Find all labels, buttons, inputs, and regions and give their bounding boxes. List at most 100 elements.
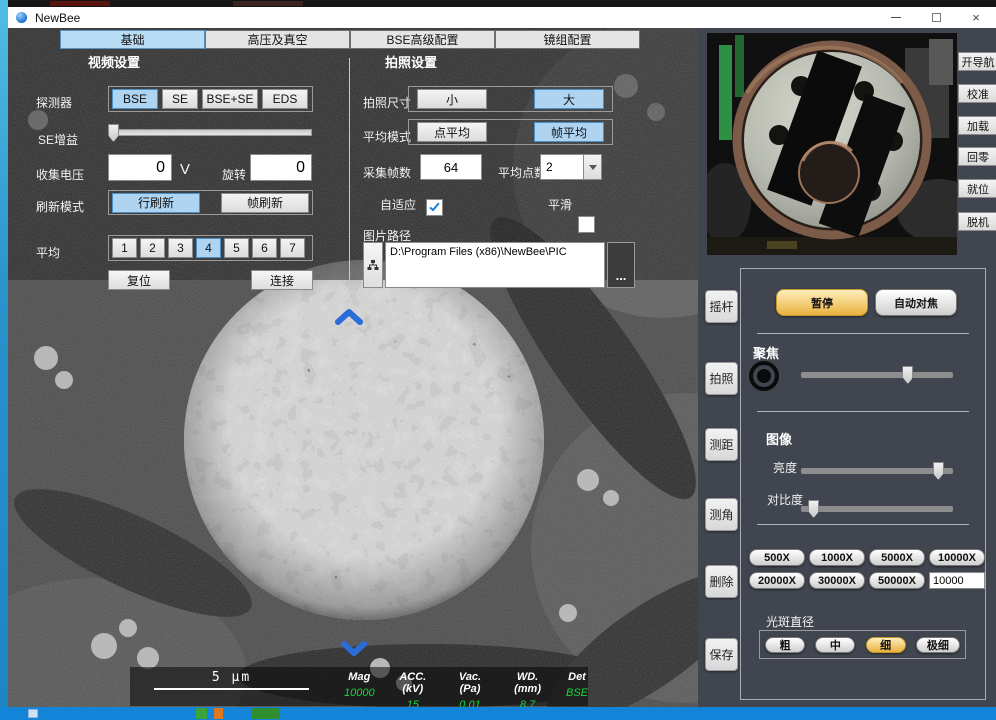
joystick-button[interactable]: 摇杆 xyxy=(705,290,738,323)
focus-slider-thumb[interactable] xyxy=(902,366,913,384)
mag-500x-button[interactable]: 500X xyxy=(749,549,805,566)
brightness-slider[interactable] xyxy=(801,468,953,474)
contrast-label: 对比度 xyxy=(767,491,803,508)
pause-button[interactable]: 暂停 xyxy=(776,289,868,316)
capture-button[interactable]: 拍照 xyxy=(705,362,738,395)
pan-down-arrow[interactable] xyxy=(340,640,368,657)
nav-load-button[interactable]: 加载 xyxy=(958,116,996,135)
smooth-checkbox[interactable] xyxy=(578,216,595,233)
taskbar-orange-icon[interactable] xyxy=(214,708,223,719)
points-combo-button[interactable] xyxy=(583,154,602,180)
average-1-button[interactable]: 1 xyxy=(112,238,137,258)
points-combo-value[interactable]: 2 xyxy=(540,154,583,180)
detector-se-button[interactable]: SE xyxy=(162,89,198,109)
mag-column: Mag10000 xyxy=(344,671,375,711)
contrast-slider-thumb[interactable] xyxy=(808,500,819,518)
collect-voltage-input[interactable] xyxy=(108,154,172,181)
se-gain-slider[interactable] xyxy=(110,129,312,136)
path-textbox[interactable]: D:\Program Files (x86)\NewBee\PIC xyxy=(385,242,605,288)
average-6-button[interactable]: 6 xyxy=(252,238,277,258)
points-combo[interactable]: 2 xyxy=(540,154,602,180)
spot-size-label: 光斑直径 xyxy=(766,613,814,630)
mag-10000x-button[interactable]: 10000X xyxy=(929,549,985,566)
detector-bse-button[interactable]: BSE xyxy=(112,89,158,109)
average-7-button[interactable]: 7 xyxy=(280,238,305,258)
point-average-button[interactable]: 点平均 xyxy=(417,122,487,142)
desktop-edge xyxy=(0,0,8,720)
size-small-button[interactable]: 小 xyxy=(417,89,487,109)
detector-bse-se-button[interactable]: BSE+SE xyxy=(202,89,258,109)
spot-fine-button[interactable]: 细 xyxy=(866,637,906,653)
average-2-button[interactable]: 2 xyxy=(140,238,165,258)
photo-settings-title: 拍照设置 xyxy=(385,52,437,71)
collect-voltage-unit: V xyxy=(180,161,190,178)
focus-knob-icon[interactable] xyxy=(749,361,779,391)
nav-calibrate-button[interactable]: 校准 xyxy=(958,84,996,103)
spot-extra-fine-button[interactable]: 极细 xyxy=(916,637,960,653)
adaptive-checkbox[interactable] xyxy=(426,199,443,216)
rotate-input[interactable] xyxy=(250,154,312,181)
refresh-frame-button[interactable]: 帧刷新 xyxy=(221,193,309,213)
tab-lens-config[interactable]: 镜组配置 xyxy=(495,30,640,49)
refresh-line-button[interactable]: 行刷新 xyxy=(112,193,200,213)
taskbar-window-icon[interactable] xyxy=(28,709,38,718)
detector-label: 探测器 xyxy=(36,94,72,111)
mag-50000x-button[interactable]: 50000X xyxy=(869,572,925,589)
detector-eds-button[interactable]: EDS xyxy=(262,89,308,109)
taskbar[interactable] xyxy=(0,707,996,720)
path-pin-button[interactable] xyxy=(363,242,383,288)
focus-slider[interactable] xyxy=(801,372,953,378)
brightness-slider-thumb[interactable] xyxy=(933,462,944,480)
mag-5000x-button[interactable]: 5000X xyxy=(869,549,925,566)
app-icon xyxy=(16,12,27,23)
photo-size-label: 拍照尺寸 xyxy=(363,94,411,111)
chevron-down-icon xyxy=(589,165,597,170)
frame-average-button[interactable]: 帧平均 xyxy=(534,122,604,142)
nav-home-button[interactable]: 回零 xyxy=(958,147,996,166)
browse-button[interactable]: ... xyxy=(607,242,635,288)
tab-hv-vacuum[interactable]: 高压及真空 xyxy=(205,30,350,49)
nav-offline-button[interactable]: 脱机 xyxy=(958,212,996,231)
minimize-button[interactable] xyxy=(876,7,916,28)
spot-size-group: 粗 中 细 极细 xyxy=(759,630,966,659)
contrast-slider[interactable] xyxy=(801,506,953,512)
maximize-button[interactable] xyxy=(916,7,956,28)
measure-distance-button[interactable]: 测距 xyxy=(705,428,738,461)
size-large-button[interactable]: 大 xyxy=(534,89,604,109)
refresh-mode-label: 刷新模式 xyxy=(36,198,84,215)
average-mode-label: 平均模式 xyxy=(363,128,411,145)
average-3-button[interactable]: 3 xyxy=(168,238,193,258)
save-button[interactable]: 保存 xyxy=(705,638,738,671)
divider xyxy=(757,411,969,412)
det-column: DetBSE xyxy=(566,671,588,711)
nav-open-navigation-button[interactable]: 开导航 xyxy=(958,52,996,71)
autofocus-button[interactable]: 自动对焦 xyxy=(875,289,957,316)
divider xyxy=(757,524,969,525)
mag-input[interactable] xyxy=(929,572,985,589)
reset-button[interactable]: 复位 xyxy=(108,270,170,290)
mag-20000x-button[interactable]: 20000X xyxy=(749,572,805,589)
chamber-camera-image xyxy=(707,33,957,255)
close-button[interactable]: × xyxy=(956,7,996,28)
image-group-label: 图像 xyxy=(766,429,792,448)
pan-up-arrow[interactable] xyxy=(334,308,364,326)
spot-coarse-button[interactable]: 粗 xyxy=(765,637,805,653)
settings-divider xyxy=(349,58,350,293)
connect-button[interactable]: 连接 xyxy=(251,270,313,290)
delete-button[interactable]: 删除 xyxy=(705,565,738,598)
mag-30000x-button[interactable]: 30000X xyxy=(809,572,865,589)
measure-angle-button[interactable]: 测角 xyxy=(705,498,738,531)
tab-bse-advanced[interactable]: BSE高级配置 xyxy=(350,30,495,49)
nav-in-position-button[interactable]: 就位 xyxy=(958,179,996,198)
mag-1000x-button[interactable]: 1000X xyxy=(809,549,865,566)
background-fragment xyxy=(50,1,110,6)
average-5-button[interactable]: 5 xyxy=(224,238,249,258)
spot-medium-button[interactable]: 中 xyxy=(815,637,855,653)
taskbar-green-bar-icon[interactable] xyxy=(252,708,280,719)
taskbar-green-icon[interactable] xyxy=(196,708,207,719)
tab-basic[interactable]: 基础 xyxy=(60,30,205,49)
divider xyxy=(757,333,969,334)
average-4-button[interactable]: 4 xyxy=(196,238,221,258)
sitemap-icon xyxy=(367,259,379,271)
frames-input[interactable] xyxy=(420,154,482,180)
